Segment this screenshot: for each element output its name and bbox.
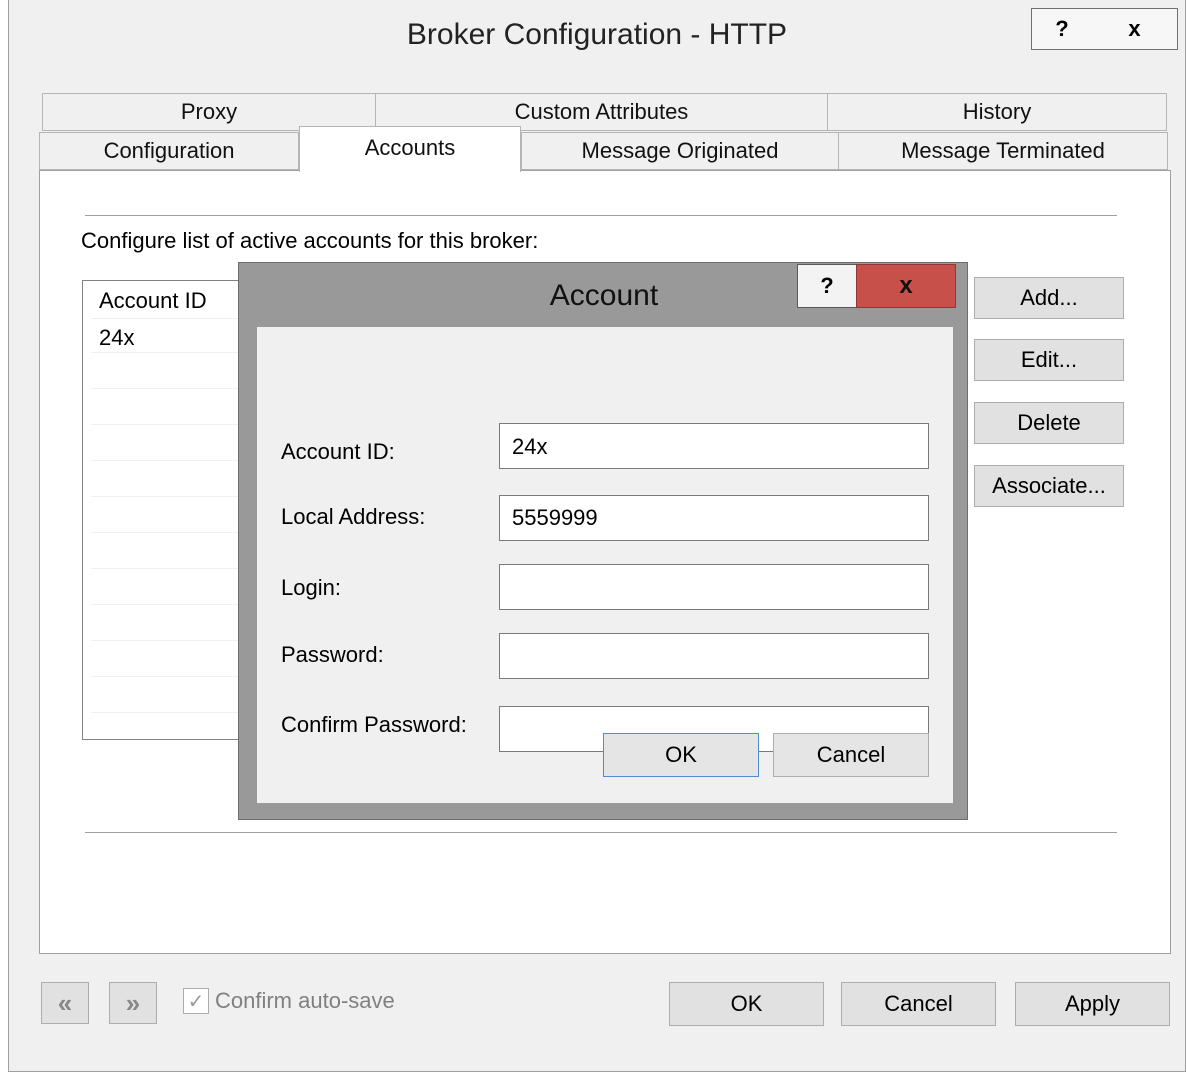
dialog-cancel-button[interactable]: Cancel [773, 733, 929, 777]
separator-top [85, 215, 1117, 216]
grid-line [91, 640, 251, 641]
confirm-auto-save-label: Confirm auto-save [215, 988, 395, 1013]
grid-line [91, 532, 251, 533]
associate-button[interactable]: Associate... [974, 465, 1124, 507]
dialog-ok-button[interactable]: OK [603, 733, 759, 777]
tab-accounts[interactable]: Accounts [299, 126, 521, 172]
grid-line [91, 388, 251, 389]
dialog-body: Account ID: 24x Local Address: 5559999 L… [257, 327, 953, 803]
grid-line [91, 352, 251, 353]
grid-line [91, 676, 251, 677]
delete-button[interactable]: Delete [974, 402, 1124, 444]
grid-line [91, 318, 251, 319]
confirm-auto-save-checkbox[interactable]: ✓ [183, 988, 209, 1014]
list-item[interactable]: 24x [99, 325, 134, 351]
grid-line [91, 496, 251, 497]
add-button[interactable]: Add... [974, 277, 1124, 319]
tab-message-originated[interactable]: Message Originated [521, 132, 839, 170]
login-field[interactable] [499, 564, 929, 610]
window-titlebar[interactable]: Broker Configuration - HTTP ? x [9, 0, 1185, 82]
next-icon[interactable]: » [109, 982, 157, 1024]
grid-line [91, 712, 251, 713]
dialog-close-button[interactable]: x [856, 264, 956, 308]
account-id-label: Account ID: [281, 439, 395, 464]
local-address-label: Local Address: [281, 504, 426, 529]
apply-button[interactable]: Apply [1015, 982, 1170, 1026]
column-header-account-id[interactable]: Account ID [99, 288, 207, 314]
dialog-help-button[interactable]: ? [797, 264, 857, 308]
window-title: Broker Configuration - HTTP [406, 18, 788, 51]
separator-bottom [85, 832, 1117, 833]
tab-message-terminated[interactable]: Message Terminated [838, 132, 1168, 170]
cancel-button[interactable]: Cancel [841, 982, 996, 1026]
account-dialog: Account ? x Account ID: 24x Local Addres… [238, 262, 968, 820]
edit-button[interactable]: Edit... [974, 339, 1124, 381]
tab-configuration[interactable]: Configuration [39, 132, 299, 170]
local-address-field[interactable]: 5559999 [499, 495, 929, 541]
password-label: Password: [281, 642, 384, 667]
accounts-description: Configure list of active accounts for th… [81, 228, 539, 253]
password-field[interactable] [499, 633, 929, 679]
tab-history[interactable]: History [827, 93, 1167, 131]
close-button[interactable]: x [1092, 8, 1178, 50]
confirm-password-label: Confirm Password: [281, 712, 467, 737]
grid-line [91, 568, 251, 569]
grid-line [91, 424, 251, 425]
ok-button[interactable]: OK [669, 982, 824, 1026]
account-id-field[interactable]: 24x [499, 423, 929, 469]
login-label: Login: [281, 575, 341, 600]
grid-line [91, 460, 251, 461]
previous-icon[interactable]: « [41, 982, 89, 1024]
help-button[interactable]: ? [1031, 8, 1093, 50]
grid-line [91, 604, 251, 605]
checkmark-icon: ✓ [187, 990, 205, 1013]
